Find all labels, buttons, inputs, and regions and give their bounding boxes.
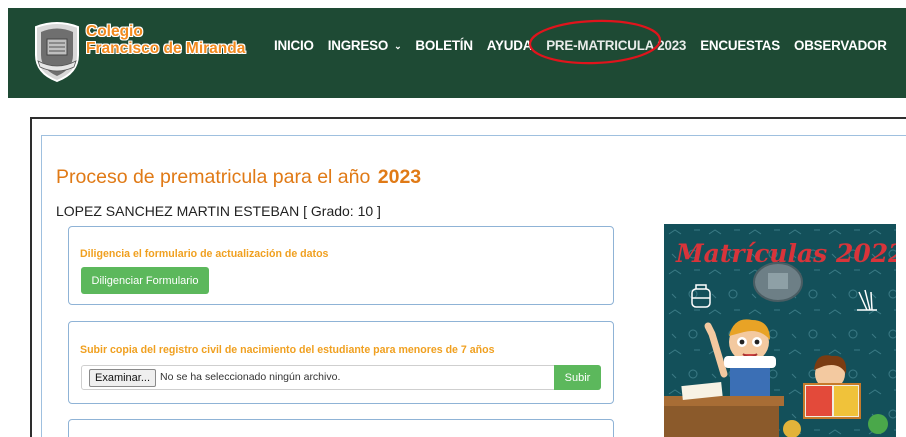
next-card [68, 419, 614, 437]
student-info: LOPEZ SANCHEZ MARTIN ESTEBAN [ Grado: 10… [56, 203, 381, 219]
nav-label: OBSERVADOR [793, 37, 887, 53]
site-header: Colegio Francisco de Miranda INICIO INGR… [8, 8, 906, 98]
page-title: Proceso de prematricula para el año 2023 [56, 166, 421, 189]
page-title-text: Proceso de prematricula para el año [56, 166, 371, 188]
brand-line-1: Colegio [86, 23, 143, 40]
nav-item-inicio[interactable]: INICIO [274, 38, 314, 53]
caret-down-icon: ⌄ [394, 40, 402, 51]
nav-label: AYUDA [486, 37, 533, 53]
nav-label: ENCUESTAS [700, 37, 780, 53]
nav-label: BOLETÍN [415, 37, 473, 53]
nav-label: INGRESO [327, 37, 389, 53]
card-heading: Diligencia el formulario de actualizació… [80, 248, 329, 260]
nav-label: INICIO [274, 37, 314, 53]
nav-item-boletin[interactable]: BOLETÍN [415, 37, 473, 53]
update-data-card: Diligencia el formulario de actualizació… [68, 226, 614, 305]
fill-form-button[interactable]: Diligenciar Formulario [81, 267, 209, 294]
brand-line-2: Francisco de Miranda [86, 40, 246, 57]
nav-item-encuestas[interactable]: ENCUESTAS [700, 38, 780, 53]
upload-birth-record-card: Subir copia del registro civil de nacimi… [68, 321, 614, 404]
file-status-text: No se ha seleccionado ningún archivo. [160, 371, 341, 383]
page-title-year: 2023 [377, 166, 422, 188]
upload-button[interactable]: Subir [554, 365, 601, 390]
file-input-group: Examinar... No se ha seleccionado ningún… [81, 365, 601, 390]
brand-name[interactable]: Colegio Francisco de Miranda [86, 23, 246, 65]
school-shield-icon[interactable] [30, 21, 84, 83]
card-heading: Subir copia del registro civil de nacimi… [80, 344, 495, 356]
enrollment-poster: Matrículas 2022 [664, 224, 896, 437]
nav-item-observador[interactable]: OBSERVADOR [794, 38, 887, 53]
nav-item-ingreso[interactable]: INGRESO ⌄ [328, 38, 402, 53]
browse-file-button[interactable]: Examinar... [89, 369, 157, 387]
highlight-ellipse [528, 19, 662, 65]
nav-item-ayuda[interactable]: AYUDA [486, 37, 533, 53]
